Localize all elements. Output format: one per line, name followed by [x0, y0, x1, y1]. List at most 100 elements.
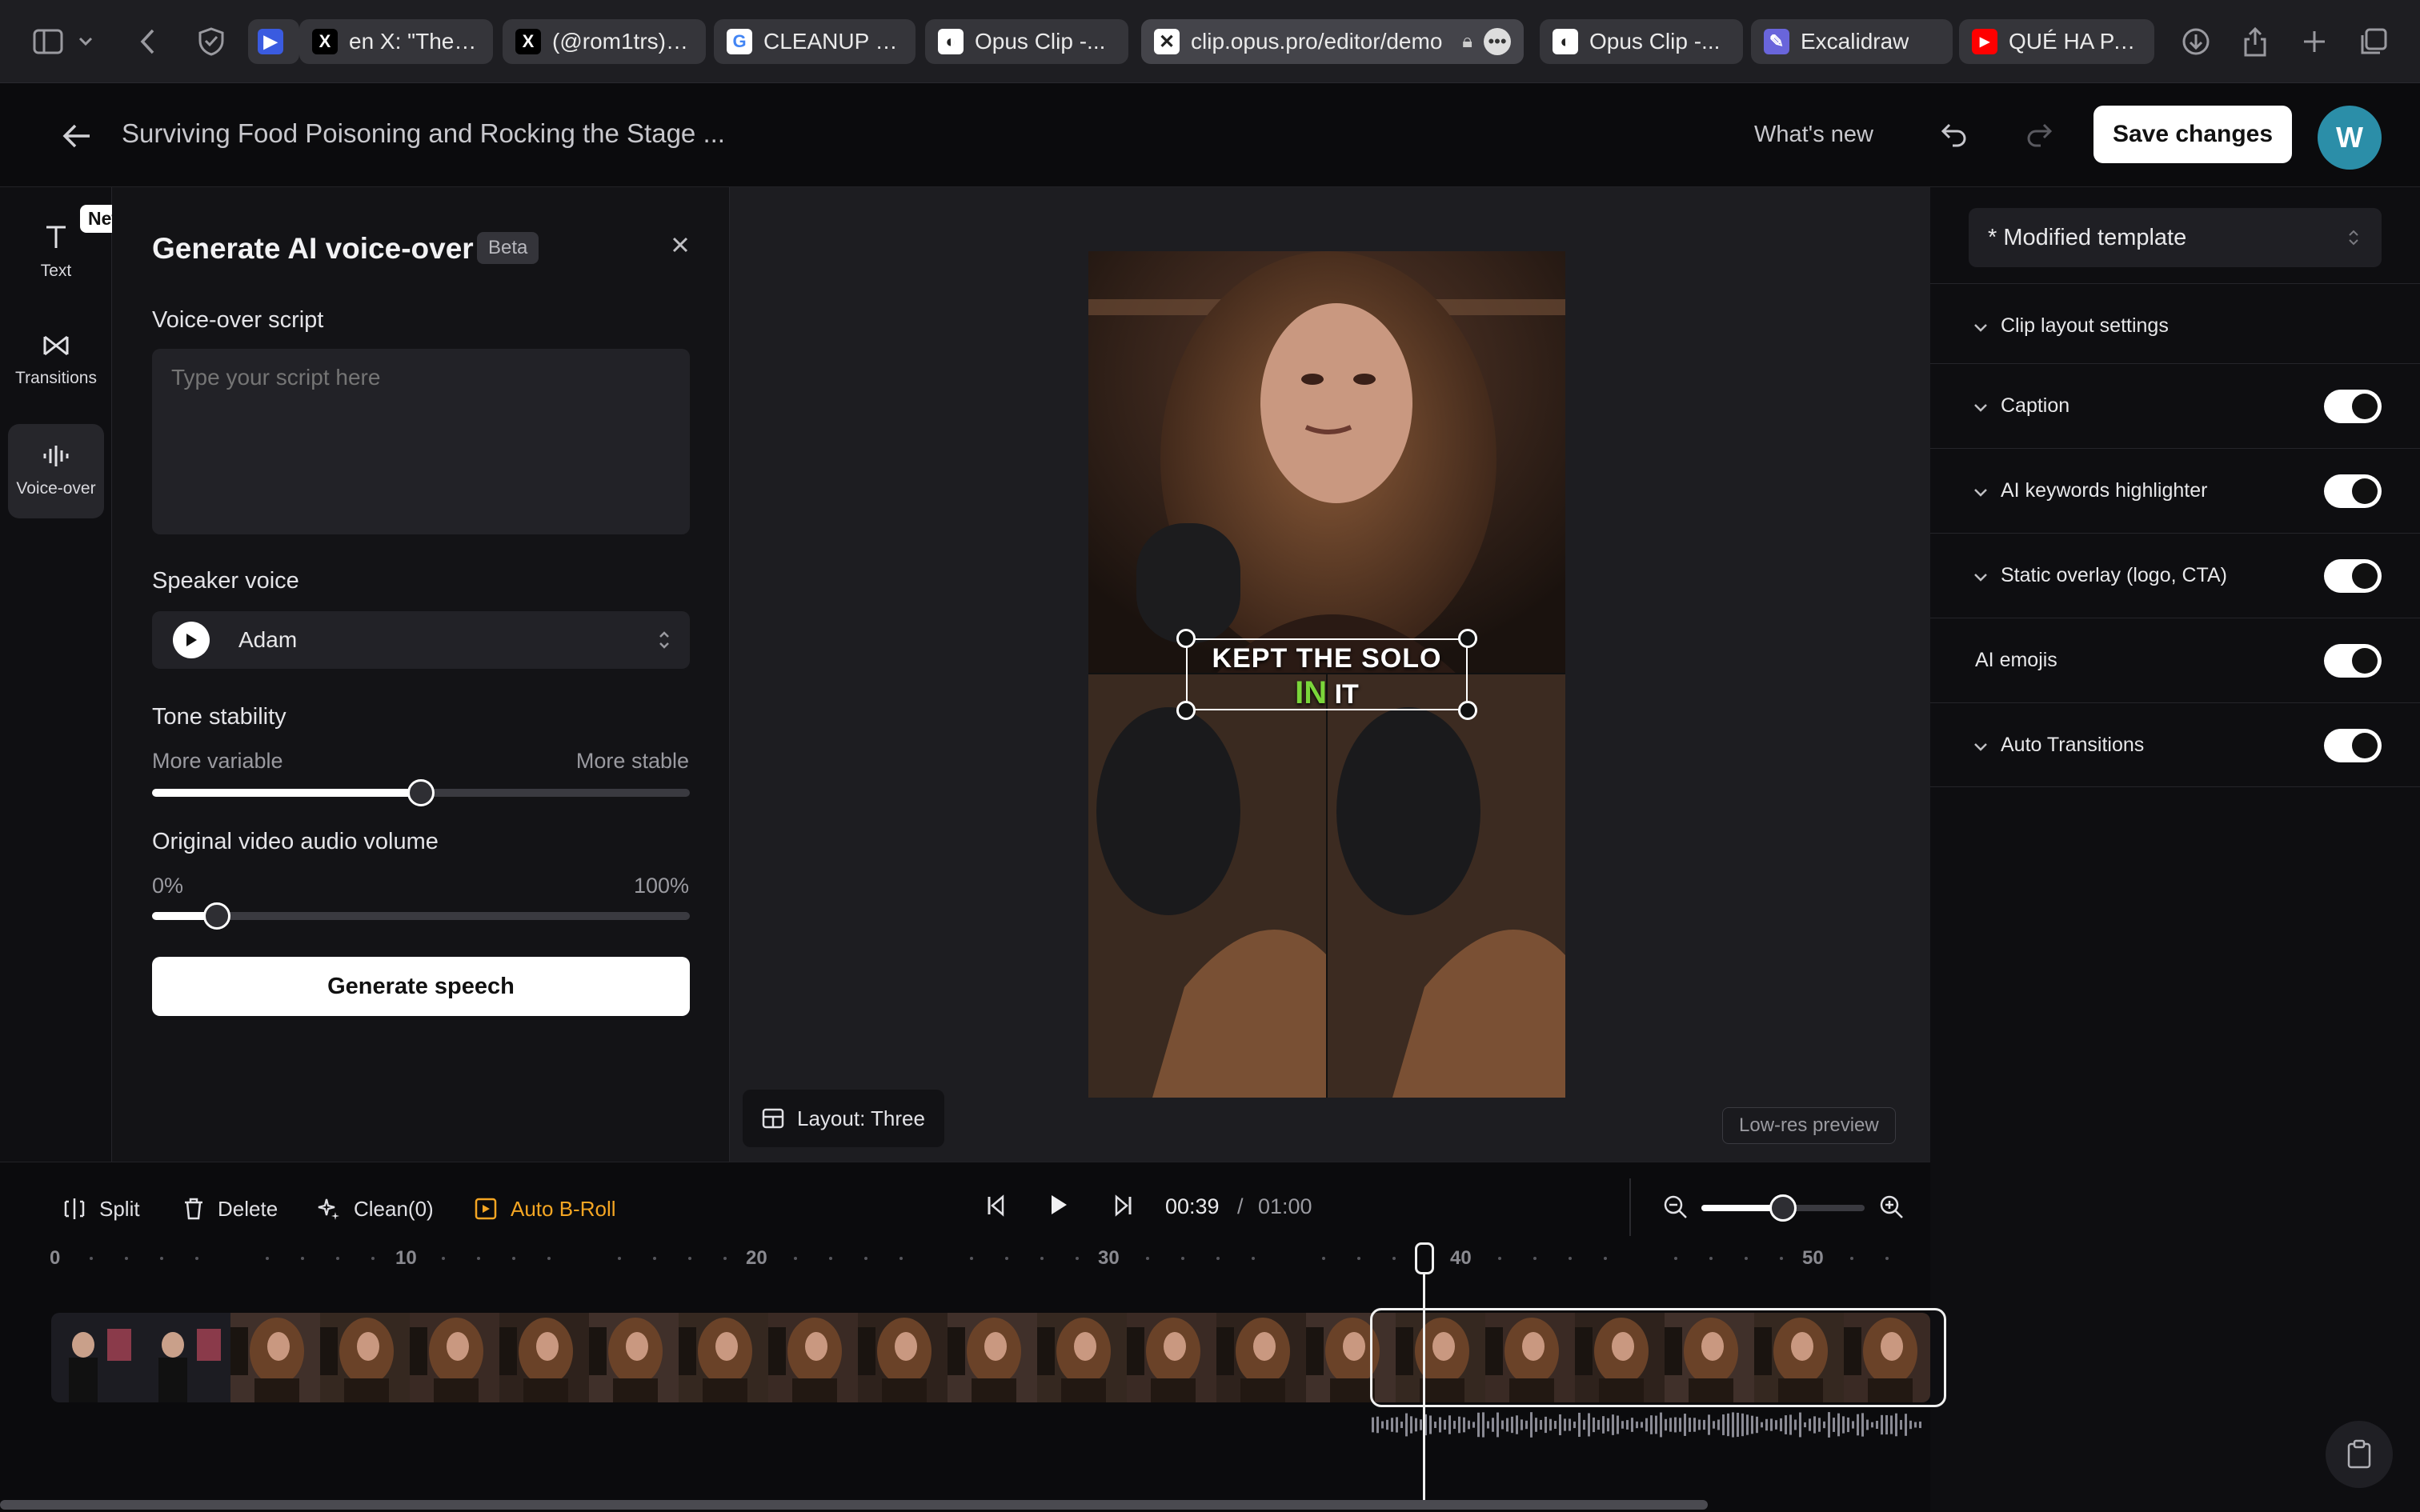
waveform-bar — [1857, 1414, 1859, 1436]
caption-box[interactable]: KEPT THE SOLO IN IT — [1186, 638, 1468, 710]
sidebar-toggle-icon[interactable] — [29, 24, 67, 59]
selected-clip-range[interactable] — [1370, 1308, 1946, 1407]
undo-icon[interactable] — [1940, 122, 1969, 147]
thumbnail-frame — [858, 1313, 951, 1402]
layout-button[interactable]: Layout: Three — [743, 1090, 944, 1147]
thumbnail-frame — [948, 1313, 1040, 1402]
tab-overview-icon[interactable] — [2354, 24, 2393, 59]
waveform-bar — [1405, 1413, 1408, 1437]
share-icon[interactable] — [2236, 24, 2274, 59]
caption-toggle[interactable] — [2324, 390, 2382, 423]
auto-transitions-toggle[interactable] — [2324, 729, 2382, 762]
resize-handle-tr[interactable] — [1458, 629, 1477, 648]
audio-volume-slider[interactable] — [152, 902, 690, 930]
layout-label: Layout: Three — [797, 1106, 925, 1130]
row-clip-layout-settings[interactable]: Clip layout settings — [1930, 283, 2420, 368]
thumbnail-frame — [1037, 1313, 1130, 1402]
waveform-bar — [1919, 1421, 1921, 1429]
playhead[interactable] — [1423, 1244, 1425, 1508]
waveform-bar — [1540, 1419, 1542, 1430]
row-auto-transitions[interactable]: Auto Transitions — [1930, 702, 2420, 787]
split-button[interactable]: Split — [62, 1191, 140, 1226]
waveform-icon — [43, 446, 69, 466]
page-title[interactable]: Surviving Food Poisoning and Rocking the… — [122, 118, 725, 149]
whats-new-link[interactable]: What's new — [1754, 122, 1873, 148]
ai-keywords-toggle[interactable] — [2324, 474, 2382, 508]
clean-label: Clean(0) — [354, 1196, 434, 1221]
row-caption[interactable]: Caption — [1930, 363, 2420, 448]
waveform-bar — [1521, 1419, 1523, 1430]
tab-active-editor[interactable]: ✕ clip.opus.pro/editor/demo 🔒︎ ••• — [1141, 19, 1524, 64]
static-overlay-toggle[interactable] — [2324, 559, 2382, 593]
ruler-tick — [1216, 1257, 1220, 1260]
clipboard-icon[interactable] — [2326, 1421, 2393, 1488]
tab-meeting[interactable]: ▶ — [248, 19, 299, 64]
waveform-bar — [1376, 1416, 1379, 1434]
avatar[interactable]: W — [2318, 106, 2382, 170]
ruler-tick — [829, 1257, 832, 1260]
row-label: Static overlay (logo, CTA) — [2001, 564, 2227, 586]
back-arrow-icon[interactable] — [61, 122, 93, 154]
skip-forward-icon[interactable] — [1114, 1194, 1133, 1217]
waveform-bar — [1468, 1420, 1470, 1430]
chevron-down-icon[interactable] — [74, 24, 98, 59]
play-icon[interactable] — [1048, 1193, 1069, 1217]
delete-label: Delete — [218, 1196, 278, 1221]
back-icon[interactable] — [128, 24, 166, 59]
video-frame[interactable]: KEPT THE SOLO IN IT — [1088, 251, 1565, 1098]
volume-slider-knob[interactable] — [202, 902, 230, 930]
clean-button[interactable]: Clean(0) — [317, 1191, 434, 1226]
timeline-scrollbar[interactable] — [0, 1500, 1708, 1510]
shield-icon[interactable] — [192, 24, 230, 59]
zoom-in-icon[interactable] — [1879, 1194, 1905, 1220]
auto-broll-label: Auto B-Roll — [511, 1196, 616, 1221]
waveform-bar — [1909, 1420, 1912, 1430]
rail-item-voice-over[interactable]: Voice-over — [8, 424, 104, 518]
youtube-icon: ▶ — [1972, 29, 1997, 54]
tab-opus-clip-2[interactable]: ◐ Opus Clip -... — [1540, 19, 1743, 64]
tab-google[interactable]: G CLEANUP ap... — [714, 19, 916, 64]
generate-speech-button[interactable]: Generate speech — [152, 957, 690, 1016]
ai-emojis-toggle[interactable] — [2324, 644, 2382, 678]
download-icon[interactable] — [2177, 24, 2215, 59]
playhead-handle[interactable] — [1415, 1242, 1434, 1274]
tone-stability-slider[interactable] — [152, 779, 690, 806]
more-icon[interactable]: ••• — [1484, 28, 1511, 55]
tab-youtube[interactable]: ▶ QUÉ HA PAS... — [1959, 19, 2154, 64]
waveform-bar — [1698, 1419, 1701, 1430]
tone-slider-knob[interactable] — [407, 779, 435, 806]
rail-item-transitions[interactable]: Transitions — [8, 314, 104, 408]
save-changes-button[interactable]: Save changes — [2093, 106, 2292, 163]
tab-excalidraw[interactable]: ✎ Excalidraw — [1751, 19, 1953, 64]
template-select[interactable]: * Modified template — [1969, 208, 2382, 267]
resize-handle-tl[interactable] — [1176, 629, 1196, 648]
close-icon[interactable] — [664, 229, 696, 261]
zoom-slider[interactable] — [1701, 1194, 1865, 1222]
ruler-tick — [1040, 1257, 1044, 1260]
tab-x-profile[interactable]: X (@rom1trs) / X — [503, 19, 706, 64]
row-ai-emojis[interactable]: AI emojis — [1930, 618, 2420, 702]
waveform-bar — [1751, 1415, 1753, 1434]
row-ai-keywords-highlighter[interactable]: AI keywords highlighter — [1930, 448, 2420, 533]
resize-handle-bl[interactable] — [1176, 701, 1196, 720]
waveform-bar — [1645, 1418, 1648, 1432]
low-res-preview-badge[interactable]: Low-res preview — [1722, 1107, 1896, 1144]
redo-icon[interactable] — [2025, 122, 2053, 147]
resize-handle-br[interactable] — [1458, 701, 1477, 720]
new-tab-icon[interactable] — [2295, 24, 2334, 59]
waveform-bar — [1626, 1420, 1629, 1430]
play-voice-icon[interactable] — [173, 622, 210, 658]
zoom-out-icon[interactable] — [1663, 1194, 1689, 1220]
speaker-voice-select[interactable]: Adam — [152, 611, 690, 669]
waveform-bar — [1660, 1412, 1662, 1438]
skip-back-icon[interactable] — [986, 1194, 1005, 1217]
text-icon — [46, 226, 66, 248]
zoom-slider-knob[interactable] — [1769, 1194, 1797, 1222]
row-static-overlay[interactable]: Static overlay (logo, CTA) — [1930, 533, 2420, 618]
tab-x-post[interactable]: X en X: "There'... — [299, 19, 493, 64]
auto-broll-button[interactable]: Auto B-Roll — [474, 1191, 616, 1226]
delete-button[interactable]: Delete — [182, 1191, 278, 1226]
waveform-bar — [1607, 1418, 1609, 1432]
script-textarea[interactable] — [152, 349, 690, 534]
tab-opus-clip-1[interactable]: ◐ Opus Clip -... — [925, 19, 1128, 64]
